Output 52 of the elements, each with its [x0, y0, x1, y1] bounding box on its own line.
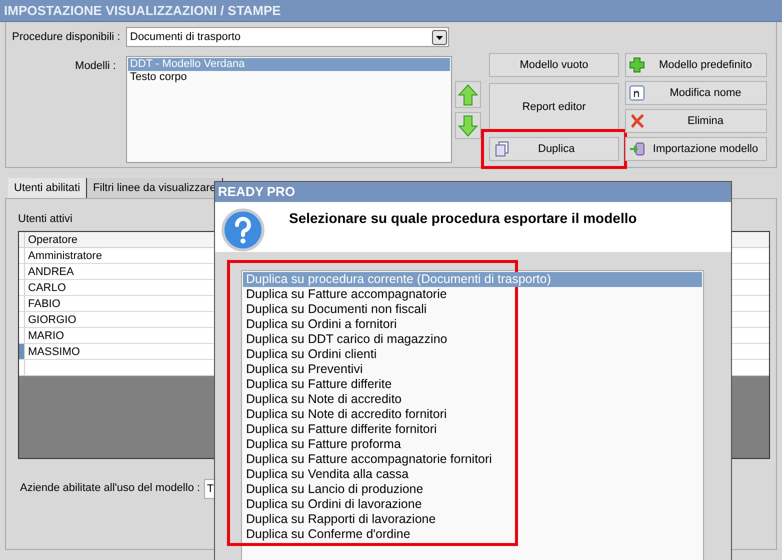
plus-icon [629, 57, 645, 73]
move-up-button[interactable] [455, 81, 481, 108]
list-item[interactable]: Duplica su Note di accredito [243, 392, 702, 407]
models-list[interactable]: DDT - Modello Verdana Testo corpo [126, 56, 452, 163]
move-down-button[interactable] [455, 112, 481, 139]
action-button[interactable]: Importazione modello [625, 137, 767, 161]
action-button[interactable]: Elimina [625, 109, 767, 133]
list-item[interactable]: Duplica su Fatture differite [243, 377, 702, 392]
list-item[interactable]: Duplica su DDT carico di magazzino [243, 332, 702, 347]
field-label: Aziende abilitate all'uso del modello : [20, 481, 200, 496]
copy-icon [494, 141, 510, 157]
section-label: Utenti attivi [18, 212, 72, 227]
field-label: Procedure disponibili : [12, 30, 120, 45]
dialog-title: READY PRO [215, 182, 731, 202]
list-item[interactable]: Duplica su Lancio di produzione [243, 482, 702, 497]
field-label: Modelli : [74, 59, 117, 74]
procedure-dropdown[interactable]: Documenti di trasporto [126, 27, 449, 47]
list-item[interactable]: Duplica su Note di accredito fornitori [243, 407, 702, 422]
table-cell-text: FABIO [27, 296, 62, 310]
cross-icon [629, 113, 645, 129]
down-arrow-icon [458, 114, 478, 136]
table-cell-text: GIORGIO [27, 312, 78, 326]
procedure-list[interactable] [241, 270, 704, 560]
window-title: IMPOSTAZIONE VISUALIZZAZIONI / STAMPE [0, 0, 782, 22]
list-item[interactable]: Duplica su Ordini clienti [243, 347, 702, 362]
dialog-message: Selezionare su quale procedura esportare il modello [289, 209, 637, 228]
list-item[interactable]: Duplica su Fatture accompagnatorie fornitori [243, 452, 702, 467]
list-item[interactable]: Duplica su Fatture differite fornitori [243, 422, 702, 437]
action-button[interactable]: Modello predefinito [625, 53, 767, 77]
import-icon [629, 141, 645, 157]
list-item[interactable]: Duplica su Conferme d'ordine [243, 527, 702, 542]
list-item[interactable]: Duplica su Documenti non fiscali [243, 302, 702, 317]
list-item[interactable]: Duplica su Fatture accompagnatorie [243, 287, 702, 302]
list-item[interactable]: Duplica su Fatture proforma [243, 437, 702, 452]
column-header: Operatore [27, 232, 79, 246]
table-cell-text: ANDREA [27, 264, 75, 278]
action-button[interactable]: Modello vuoto [489, 53, 619, 77]
up-arrow-icon [458, 84, 478, 106]
list-item[interactable]: Duplica su Rapporti di lavorazione [243, 512, 702, 527]
list-item[interactable]: Duplica su Vendita alla cassa [243, 467, 702, 482]
list-item[interactable]: Duplica su Ordini a fornitori [243, 317, 702, 332]
table-cell-text: CARLO [27, 280, 67, 294]
letter-tile-icon [629, 85, 645, 101]
table-cell-text: MASSIMO [27, 344, 81, 358]
list-item[interactable]: Duplica su Ordini di lavorazione [243, 497, 702, 512]
list-item[interactable]: Testo corpo [128, 71, 450, 84]
table-cell-text: MARIO [27, 328, 66, 342]
action-button[interactable]: Modifica nome [625, 81, 767, 105]
tab[interactable]: Utenti abilitati [8, 178, 88, 198]
table-cell-text: Amministratore [27, 248, 103, 262]
duplicate-button[interactable]: Duplica [489, 137, 619, 161]
action-button[interactable]: Report editor [489, 83, 619, 131]
